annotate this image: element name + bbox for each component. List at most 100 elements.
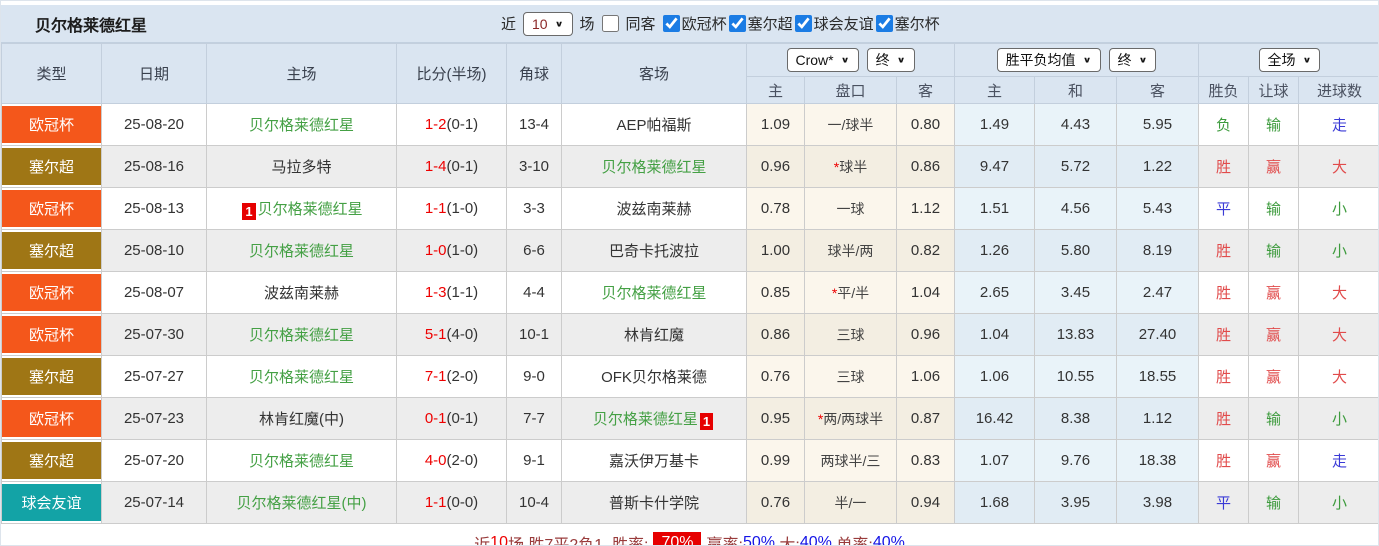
handicap-text: 球半 xyxy=(839,158,868,175)
away-team-name[interactable]: 嘉沃伊万基卡 xyxy=(609,453,699,470)
halftime-score: (0-0) xyxy=(446,494,479,511)
league-type-cell: 欧冠杯 xyxy=(1,397,102,440)
away-team-cell[interactable]: 贝尔格莱德红星 xyxy=(561,145,747,188)
handicap-line: 三球 xyxy=(804,313,897,356)
score-cell: 5-1(4-0) xyxy=(396,313,507,356)
league-badge: 欧冠杯 xyxy=(2,316,101,353)
col-corner: 角球 xyxy=(506,43,562,104)
away-team-cell[interactable]: 巴奇卡托波拉 xyxy=(561,229,747,272)
chevron-down-icon: ∨ xyxy=(840,55,850,65)
same-away-checkbox[interactable] xyxy=(601,15,619,32)
league-filter-2[interactable]: 球会友谊 xyxy=(794,13,874,34)
away-team-cell[interactable]: 林肯红魔 xyxy=(561,313,747,356)
table-row: 塞尔超 25-08-16 马拉多特 1-4(0-1) 3-10 贝尔格莱德红星 … xyxy=(1,145,1378,188)
league-filter-3[interactable]: 塞尔杯 xyxy=(875,13,940,34)
home-team-cell[interactable]: 贝尔格莱德红星 xyxy=(206,355,397,398)
home-team-name[interactable]: 贝尔格莱德红星 xyxy=(258,201,363,218)
league-filter-checkbox[interactable] xyxy=(662,15,680,32)
home-team-name[interactable]: 林肯红魔(中) xyxy=(259,411,344,428)
away-team-name[interactable]: 贝尔格莱德红星 xyxy=(593,411,698,428)
home-team-name[interactable]: 贝尔格莱德红星 xyxy=(249,117,354,134)
home-team-cell[interactable]: 贝尔格莱德红星 xyxy=(206,439,397,482)
footer-stat-text: 赢率: xyxy=(706,536,743,546)
league-badge: 塞尔超 xyxy=(2,148,101,185)
away-team-name[interactable]: 巴奇卡托波拉 xyxy=(609,243,699,260)
away-team-name[interactable]: 贝尔格莱德红星 xyxy=(601,159,706,176)
score-cell: 1-1(0-0) xyxy=(396,481,507,524)
avg-win-odds: 1.04 xyxy=(954,313,1035,356)
home-team-cell[interactable]: 1 贝尔格莱德红星 xyxy=(206,187,397,230)
away-team-cell[interactable]: 贝尔格莱德红星 xyxy=(561,271,747,314)
avg-lose-odds: 1.22 xyxy=(1116,145,1199,188)
odds-time-dropdown[interactable]: 终 ∨ xyxy=(866,48,915,72)
home-team-name[interactable]: 波兹南莱赫 xyxy=(264,285,339,302)
away-team-name[interactable]: 林肯红魔 xyxy=(624,327,684,344)
result-goals: 大 xyxy=(1297,355,1378,398)
home-team-name[interactable]: 马拉多特 xyxy=(271,159,331,176)
result-wdl: 胜 xyxy=(1198,355,1249,398)
chevron-down-icon: ∨ xyxy=(1082,55,1092,65)
home-team-cell[interactable]: 贝尔格莱德红星 xyxy=(206,229,397,272)
away-team-cell[interactable]: 普斯卡什学院 xyxy=(561,481,747,524)
score-cell: 1-4(0-1) xyxy=(396,145,507,188)
scope-dropdown[interactable]: 全场 ∨ xyxy=(1258,48,1321,72)
away-team-name[interactable]: 贝尔格莱德红星 xyxy=(601,285,706,302)
league-filter-checkbox[interactable] xyxy=(728,15,746,32)
halftime-score: (0-1) xyxy=(446,158,479,175)
home-team-cell[interactable]: 贝尔格莱德红星 xyxy=(206,103,397,146)
matches-count-dropdown[interactable]: 10 ∨ xyxy=(523,11,573,36)
home-team-name[interactable]: 贝尔格莱德红星 xyxy=(249,453,354,470)
home-team-name[interactable]: 贝尔格莱德红星 xyxy=(249,243,354,260)
result-handicap: 输 xyxy=(1248,229,1299,272)
average-time-dropdown[interactable]: 终 ∨ xyxy=(1108,48,1157,72)
match-history-panel: 贝尔格莱德红星 近 10 ∨ 场 同客 欧冠杯 塞尔超 球会友谊 塞尔杯 类型 日期 … xyxy=(0,0,1379,546)
corner-count: 10-4 xyxy=(506,481,562,524)
away-team-name[interactable]: AEP帕福斯 xyxy=(616,117,691,134)
sub-handicap: 盘口 xyxy=(804,76,897,104)
avg-draw-odds: 4.56 xyxy=(1034,187,1117,230)
halftime-score: (2-0) xyxy=(446,368,479,385)
sub-handicap-result: 让球 xyxy=(1248,76,1299,104)
league-type-cell: 欧冠杯 xyxy=(1,271,102,314)
away-team-cell[interactable]: OFK贝尔格莱德 xyxy=(561,355,747,398)
summary-footer: 近 10 场,胜7平2负1, 胜率: 70% 赢率: 50% 大: 40% 单率: 40% xyxy=(1,524,1378,546)
away-team-cell[interactable]: AEP帕福斯 xyxy=(561,103,747,146)
average-dropdown[interactable]: 胜平负均值 ∨ xyxy=(996,48,1101,72)
odds-away: 0.94 xyxy=(896,481,955,524)
home-team-cell[interactable]: 贝尔格莱德红星 xyxy=(206,313,397,356)
league-filter-0[interactable]: 欧冠杯 xyxy=(662,13,727,34)
halftime-score: (0-1) xyxy=(446,410,479,427)
handicap-text: 三球 xyxy=(836,326,865,343)
halftime-score: (0-1) xyxy=(446,116,479,133)
home-team-cell[interactable]: 波兹南莱赫 xyxy=(206,271,397,314)
home-team-name[interactable]: 贝尔格莱德红星 xyxy=(249,369,354,386)
away-team-name[interactable]: 普斯卡什学院 xyxy=(609,495,699,512)
table-row: 塞尔超 25-08-10 贝尔格莱德红星 1-0(1-0) 6-6 巴奇卡托波拉… xyxy=(1,229,1378,272)
home-team-name[interactable]: 贝尔格莱德红星 xyxy=(249,327,354,344)
halftime-score: (1-0) xyxy=(446,200,479,217)
league-filter-1[interactable]: 塞尔超 xyxy=(728,13,793,34)
result-goals: 大 xyxy=(1297,313,1378,356)
fulltime-score: 1-4 xyxy=(424,158,447,175)
result-goals: 走 xyxy=(1297,103,1378,146)
match-table: 类型 日期 主场 比分(半场) 角球 客场 Crow* ∨ 终 ∨ 胜平负均值 … xyxy=(1,43,1378,524)
away-team-name[interactable]: OFK贝尔格莱德 xyxy=(601,369,707,386)
away-team-cell[interactable]: 嘉沃伊万基卡 xyxy=(561,439,747,482)
home-team-cell[interactable]: 马拉多特 xyxy=(206,145,397,188)
league-filter-checkbox[interactable] xyxy=(794,15,812,32)
result-wdl: 胜 xyxy=(1198,271,1249,314)
home-team-name[interactable]: 贝尔格莱德红星(中) xyxy=(237,495,367,512)
avg-draw-odds: 8.38 xyxy=(1034,397,1117,440)
away-team-cell[interactable]: 波兹南莱赫 xyxy=(561,187,747,230)
avg-win-odds: 2.65 xyxy=(954,271,1035,314)
away-team-cell[interactable]: 贝尔格莱德红星 1 xyxy=(561,397,747,440)
avg-draw-odds: 5.72 xyxy=(1034,145,1117,188)
table-row: 欧冠杯 25-08-07 波兹南莱赫 1-3(1-1) 4-4 贝尔格莱德红星 … xyxy=(1,271,1378,314)
home-team-cell[interactable]: 贝尔格莱德红星(中) xyxy=(206,481,397,524)
home-team-cell[interactable]: 林肯红魔(中) xyxy=(206,397,397,440)
league-filter-checkbox[interactable] xyxy=(875,15,893,32)
avg-draw-odds: 3.45 xyxy=(1034,271,1117,314)
bookmaker-dropdown[interactable]: Crow* ∨ xyxy=(786,48,859,72)
away-team-name[interactable]: 波兹南莱赫 xyxy=(616,201,691,218)
matches-count-value: 10 xyxy=(532,15,548,32)
